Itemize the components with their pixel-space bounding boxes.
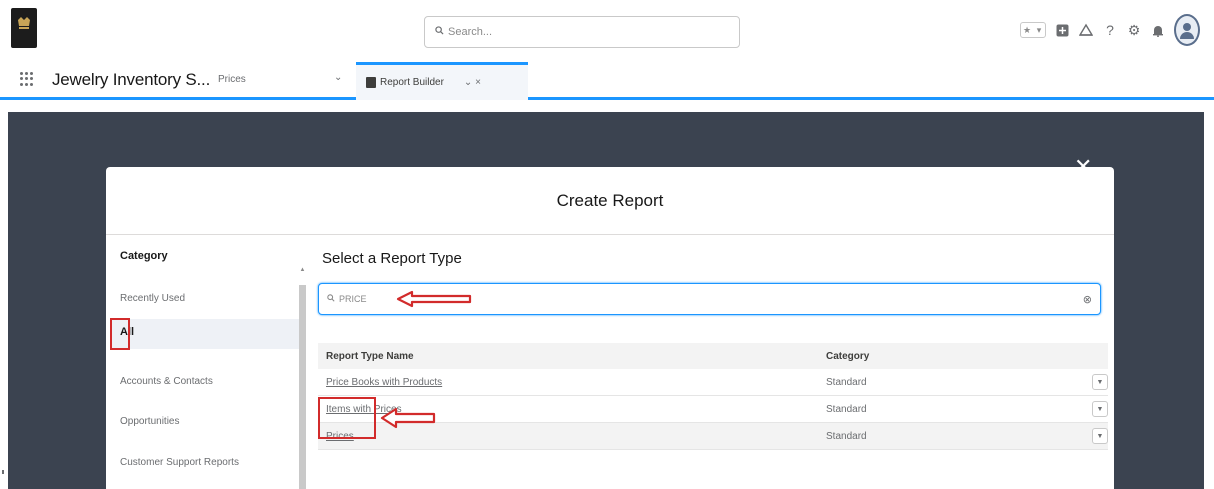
column-header-category[interactable]: Category — [826, 351, 1066, 362]
clear-icon[interactable]: ⊗ — [1083, 293, 1092, 306]
create-report-modal: Create Report Category Recently Used All… — [106, 167, 1114, 489]
report-type-panel: Select a Report Type PRICE ⊗ Report Type… — [308, 235, 1114, 489]
crown-icon — [18, 17, 30, 29]
tab-label: Report Builder — [380, 77, 444, 88]
favorites-group[interactable]: ★ ▾ — [1020, 22, 1046, 38]
gear-icon[interactable]: ⚙ — [1126, 22, 1142, 38]
scroll-up-arrow[interactable]: ▲ — [299, 267, 306, 279]
annotation-box-all — [110, 318, 130, 350]
org-logo[interactable] — [11, 8, 37, 48]
report-tab-icon — [366, 77, 376, 88]
help-icon[interactable]: ? — [1102, 22, 1118, 38]
category-heading: Category — [120, 250, 168, 262]
row-category: Standard — [826, 430, 867, 442]
tab-close-icon[interactable]: ⌄ × — [464, 77, 481, 88]
global-header: Search... ★ ▾ ? ⚙ — [0, 0, 1214, 60]
annotation-arrow-prices-icon — [380, 407, 436, 429]
modal-title: Create Report — [106, 167, 1114, 235]
user-avatar[interactable] — [1174, 14, 1200, 46]
search-placeholder: Search... — [448, 26, 493, 38]
nav-item-prices[interactable]: Prices — [218, 74, 246, 85]
category-scrollbar[interactable] — [299, 285, 306, 489]
chevron-down-icon[interactable]: ▾ — [1033, 23, 1045, 37]
search-icon — [327, 294, 335, 304]
table-row-selected[interactable]: Prices Standard ▼ — [318, 423, 1108, 450]
row-category: Standard — [826, 403, 867, 415]
row-category: Standard — [826, 376, 867, 388]
row-action-chevron-icon[interactable]: ▼ — [1092, 374, 1108, 390]
category-opportunities[interactable]: Opportunities — [120, 416, 179, 427]
report-type-heading: Select a Report Type — [322, 250, 462, 267]
utility-bar: ★ ▾ ? ⚙ — [1020, 12, 1200, 48]
navigation-bar: Jewelry Inventory S... Prices ⌄ Report B… — [0, 60, 1214, 100]
category-recently-used[interactable]: Recently Used — [120, 293, 185, 304]
annotation-box-prices — [318, 397, 376, 439]
global-actions-icon[interactable] — [1054, 22, 1070, 38]
category-all-highlight[interactable] — [110, 319, 300, 349]
bell-icon[interactable] — [1150, 22, 1166, 38]
table-row[interactable]: Price Books with Products Standard ▼ — [318, 369, 1108, 396]
category-panel: Category Recently Used All Accounts & Co… — [106, 235, 302, 489]
row-action-chevron-icon[interactable]: ▼ — [1092, 401, 1108, 417]
left-edge-marker — [2, 470, 4, 474]
report-type-table: Report Type Name Category Price Books wi… — [318, 343, 1108, 450]
annotation-arrow-search-icon — [396, 290, 472, 308]
tab-report-builder[interactable]: Report Builder ⌄ × — [356, 62, 528, 100]
row-action-chevron-icon[interactable]: ▼ — [1092, 428, 1108, 444]
chevron-down-icon[interactable]: ⌄ — [334, 72, 342, 83]
category-customer-support[interactable]: Customer Support Reports — [120, 457, 239, 468]
report-type-link[interactable]: Price Books with Products — [326, 377, 442, 388]
app-launcher-icon[interactable] — [20, 72, 34, 86]
search-icon — [435, 26, 444, 38]
star-icon[interactable]: ★ — [1021, 23, 1033, 37]
app-name: Jewelry Inventory S... — [52, 70, 211, 89]
trailhead-icon[interactable] — [1078, 22, 1094, 38]
table-header-row: Report Type Name Category — [318, 343, 1108, 369]
category-accounts-contacts[interactable]: Accounts & Contacts — [120, 376, 213, 387]
column-header-name[interactable]: Report Type Name — [318, 351, 826, 362]
report-type-search-value: PRICE — [339, 294, 367, 304]
global-search-input[interactable]: Search... — [424, 16, 740, 48]
table-row[interactable]: Items with Prices Standard ▼ — [318, 396, 1108, 423]
